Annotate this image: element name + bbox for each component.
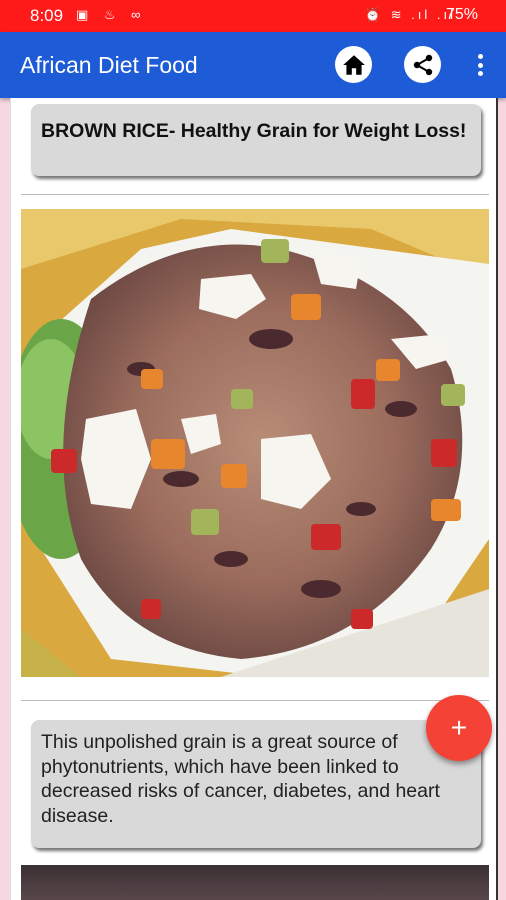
app-title: African Diet Food	[20, 52, 198, 78]
plus-icon: +	[450, 712, 468, 743]
share-icon	[413, 54, 432, 75]
notification-icons: ▣ ♨ ∞	[76, 7, 147, 22]
brown-rice-salad-image	[21, 209, 489, 677]
signal-icons: ⏰ ≋ .ıl .ıl	[364, 7, 456, 22]
scroll-content[interactable]: BROWN RICE- Healthy Grain for Weight Los…	[10, 98, 498, 900]
next-article-image	[21, 865, 489, 900]
home-icon	[342, 54, 365, 75]
status-bar: 8:09 ▣ ♨ ∞ ⏰ ≋ .ıl .ıl 75%	[0, 0, 506, 32]
article-description: This unpolished grain is a great source …	[41, 731, 440, 827]
divider	[21, 194, 489, 195]
article-title: BROWN RICE- Healthy Grain for Weight Los…	[41, 120, 467, 142]
share-button[interactable]	[404, 46, 441, 83]
app-bar: African Diet Food	[0, 32, 506, 98]
article-description-card: This unpolished grain is a great source …	[31, 720, 481, 848]
article-title-card: BROWN RICE- Healthy Grain for Weight Los…	[31, 104, 481, 176]
battery-level: 75%	[445, 6, 478, 23]
home-button[interactable]	[335, 46, 372, 83]
more-vert-icon[interactable]	[468, 50, 492, 80]
add-fab-button[interactable]: +	[426, 695, 492, 761]
divider	[21, 700, 489, 701]
status-time: 8:09	[30, 6, 64, 25]
